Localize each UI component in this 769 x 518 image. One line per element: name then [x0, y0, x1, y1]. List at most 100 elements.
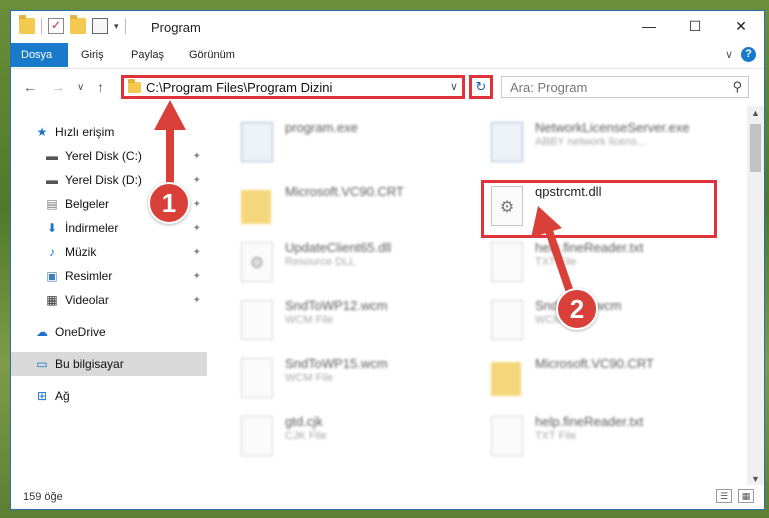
- sidebar-item[interactable]: ▭ Bu bilgisayar: [11, 352, 207, 376]
- document-icon: [241, 358, 273, 398]
- file-item[interactable]: program.exe: [235, 114, 475, 170]
- download-icon: ⬇: [46, 221, 58, 235]
- address-bar[interactable]: C:\Program Files\Program Dizini ∨: [121, 75, 465, 99]
- pin-icon[interactable]: ✦: [193, 223, 201, 234]
- sidebar-item[interactable]: ♪ Müzik ✦: [11, 240, 207, 264]
- search-placeholder: Ara: Program: [510, 80, 588, 95]
- star-icon: ★: [36, 125, 48, 139]
- pictures-icon: ▣: [46, 269, 58, 283]
- pin-icon[interactable]: ✦: [193, 151, 201, 162]
- scroll-down-arrow[interactable]: ▼: [747, 474, 764, 484]
- document-icon: [241, 300, 273, 340]
- ribbon-controls: ∨ ?: [725, 47, 756, 62]
- help-icon[interactable]: ?: [741, 47, 756, 62]
- file-name: UpdateClient65.dll: [285, 240, 392, 255]
- file-name: program.exe: [285, 120, 358, 135]
- pin-icon[interactable]: ✦: [193, 175, 201, 186]
- file-name: NetworkLicenseServer.exe: [535, 120, 690, 135]
- file-name: help.fineReader.txt: [535, 414, 644, 429]
- file-name: SndToWP15.wcm: [285, 356, 388, 371]
- file-name: help.fineReader.txt: [535, 240, 644, 255]
- document-icon: [241, 416, 273, 456]
- minimize-button[interactable]: —: [626, 11, 672, 41]
- tab-giris[interactable]: Giriş: [71, 43, 114, 67]
- close-button[interactable]: ✕: [718, 11, 764, 41]
- file-item[interactable]: NetworkLicenseServer.exe ABBY network lic…: [485, 114, 725, 170]
- sidebar-item-label: Resimler: [65, 269, 113, 283]
- sidebar-item[interactable]: ▬ Yerel Disk (C:) ✦: [11, 144, 207, 168]
- file-name: SndToWP12.wcm: [285, 298, 388, 313]
- file-type: TXT File: [535, 430, 577, 442]
- tab-gorunum[interactable]: Görünüm: [179, 43, 245, 67]
- properties-check-icon[interactable]: ✓: [48, 18, 64, 34]
- ribbon-tabs: Dosya Giriş Paylaş Görünüm ∨ ?: [11, 43, 764, 67]
- forward-button[interactable]: →: [51, 79, 65, 95]
- file-item[interactable]: Microsoft.VC90.CRT: [485, 350, 725, 406]
- search-input[interactable]: Ara: Program ⚲: [501, 76, 749, 98]
- file-item[interactable]: help.fineReader.txt TXT File: [485, 234, 725, 290]
- navigation-bar: ← → ∨ ↑ C:\Program Files\Program Dizini …: [11, 68, 764, 104]
- file-item[interactable]: SndToWP15.wcm WCM File: [235, 350, 475, 406]
- file-type: CJK File: [285, 430, 327, 442]
- sidebar-item-label: Yerel Disk (D:): [65, 173, 142, 187]
- gear-file-icon: ⚙: [241, 242, 273, 282]
- sidebar-item-label: Hızlı erişim: [55, 125, 115, 139]
- file-item[interactable]: ⚙ UpdateClient65.dll Resource DLL: [235, 234, 475, 290]
- large-icons-view-icon[interactable]: ▦: [738, 489, 754, 503]
- file-item[interactable]: ⚙ qpstrcmt.dll: [485, 178, 725, 234]
- search-icon[interactable]: ⚲: [732, 79, 742, 95]
- file-item[interactable]: help.fineReader.txt TXT File: [485, 408, 725, 464]
- chevron-down-icon[interactable]: ▾: [114, 21, 119, 32]
- refresh-button[interactable]: ↻: [469, 75, 493, 99]
- file-name: Microsoft.VC90.CRT: [535, 356, 654, 371]
- file-item[interactable]: SndToWP12.wcm WCM File: [235, 292, 475, 348]
- sidebar-item-label: Müzik: [65, 245, 97, 259]
- sidebar-item[interactable]: ☁ OneDrive: [11, 320, 207, 344]
- sidebar-item-label: İndirmeler: [65, 221, 119, 235]
- file-name: Microsoft.VC90.CRT: [285, 184, 404, 199]
- address-path: C:\Program Files\Program Dizini: [146, 80, 333, 95]
- pin-icon[interactable]: ✦: [193, 199, 201, 210]
- application-icon: [491, 122, 523, 162]
- tab-dosya[interactable]: Dosya: [11, 43, 68, 67]
- chevron-down-icon[interactable]: ∨: [450, 80, 458, 93]
- up-button[interactable]: ↑: [97, 79, 104, 95]
- details-view-icon[interactable]: ☰: [716, 489, 732, 503]
- file-item[interactable]: Microsoft.VC90.CRT: [235, 178, 475, 234]
- folder-icon: [241, 190, 271, 224]
- gear-file-icon: ⚙: [491, 186, 523, 226]
- maximize-button[interactable]: ☐: [672, 11, 718, 41]
- drive-icon: ▬: [46, 149, 58, 163]
- sidebar-item[interactable]: ▣ Resimler ✦: [11, 264, 207, 288]
- pin-icon[interactable]: ✦: [193, 247, 201, 258]
- back-button[interactable]: ←: [23, 79, 37, 95]
- vertical-scrollbar[interactable]: ▲ ▼: [747, 106, 764, 486]
- pin-icon[interactable]: ✦: [193, 295, 201, 306]
- scrollbar-thumb[interactable]: [750, 124, 761, 172]
- pin-icon[interactable]: ✦: [193, 271, 201, 282]
- step-marker-2: 2: [556, 288, 598, 330]
- navigation-pane: ★ Hızlı erişim ▬ Yerel Disk (C:) ✦ ▬ Yerel Dis…: [11, 106, 207, 486]
- file-item[interactable]: gtd.cjk CJK File: [235, 408, 475, 464]
- file-type: Resource DLL: [285, 256, 356, 268]
- expand-ribbon-icon[interactable]: ∨: [725, 48, 733, 61]
- new-folder-icon[interactable]: [70, 15, 86, 34]
- window-title: Program: [151, 20, 201, 35]
- sidebar-item-label: Videolar: [65, 293, 109, 307]
- item-count: 159 öğe: [23, 491, 63, 503]
- document-icon: [491, 242, 523, 282]
- file-item[interactable]: SndToWP.wcmWCM File: [485, 292, 725, 348]
- sidebar-item[interactable]: ★ Hızlı erişim: [11, 120, 207, 144]
- file-name: gtd.cjk: [285, 414, 323, 429]
- scroll-up-arrow[interactable]: ▲: [747, 108, 764, 118]
- sidebar-item[interactable]: ▦ Videolar ✦: [11, 288, 207, 312]
- view-switcher: ☰ ▦: [716, 489, 754, 503]
- sidebar-item-label: Yerel Disk (C:): [65, 149, 142, 163]
- sidebar-item-label: OneDrive: [55, 325, 106, 339]
- sidebar-item[interactable]: ⊞ Ağ: [11, 384, 207, 408]
- file-list: program.exe Microsoft.VC90.CRT ⚙ UpdateClie…: [207, 106, 747, 486]
- file-type: WCM File: [285, 372, 334, 384]
- tab-paylas[interactable]: Paylaş: [121, 43, 174, 67]
- customize-toolbar-icon[interactable]: [92, 18, 108, 34]
- recent-locations-button[interactable]: ∨: [77, 82, 84, 93]
